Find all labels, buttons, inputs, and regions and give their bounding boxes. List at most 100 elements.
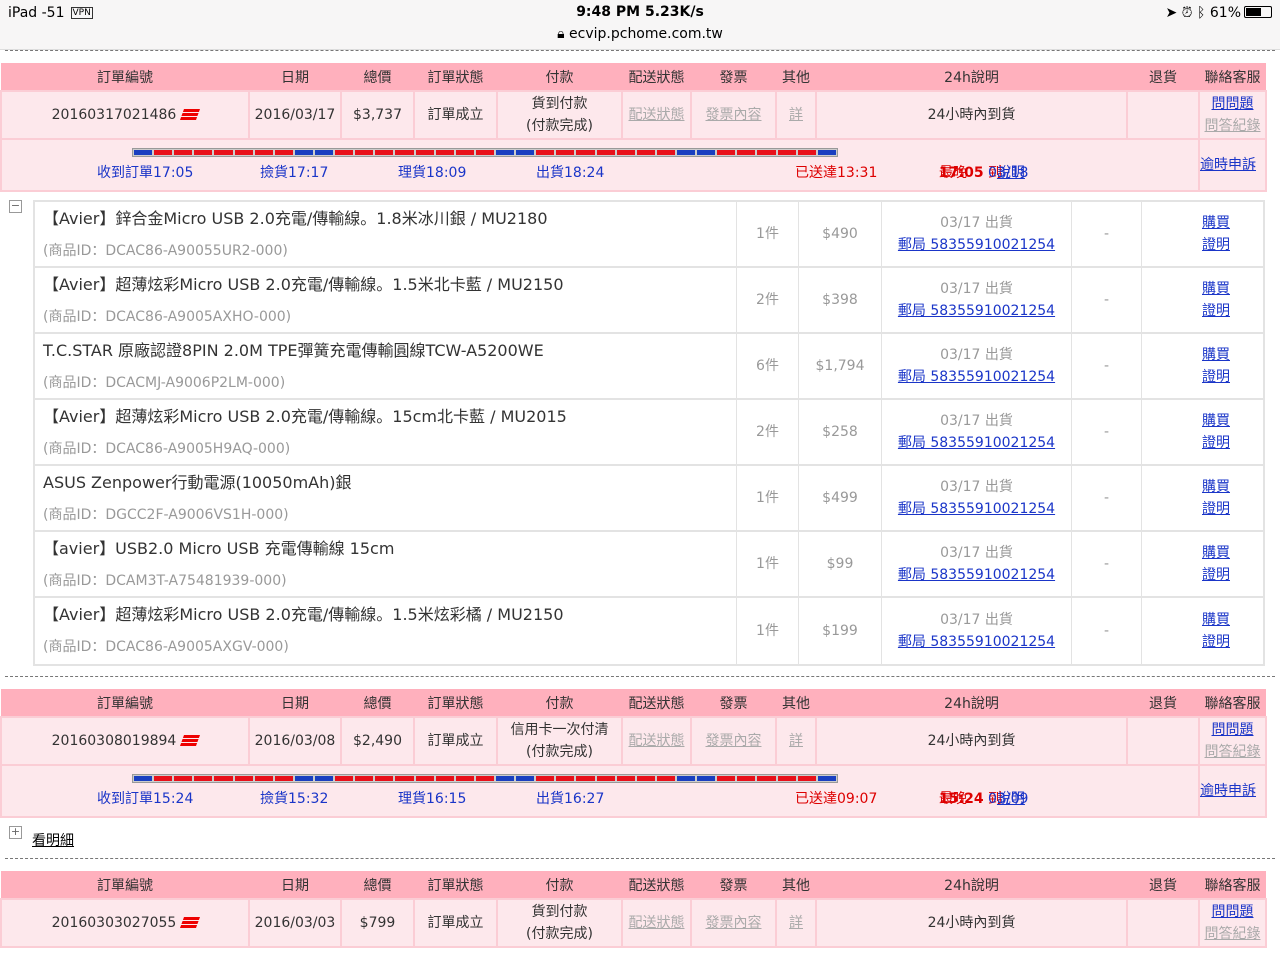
- item-price: $258: [799, 400, 882, 464]
- qa-log-link[interactable]: 問答紀錄: [1205, 744, 1261, 760]
- progress-segment: [616, 150, 635, 155]
- progress-segment: [395, 150, 414, 155]
- h24-note: 24小時內到貨: [815, 898, 1128, 948]
- step-received: 收到訂單17:05: [97, 165, 194, 181]
- proof-link[interactable]: 證明: [1202, 300, 1230, 322]
- progress-segment: [435, 776, 454, 781]
- ship-status-link[interactable]: 配送狀態: [629, 107, 685, 123]
- progress-segment: [415, 150, 434, 155]
- list-item: ASUS Zenpower行動電源(10050mAh)銀 (商品ID：DGCC2F…: [35, 466, 1263, 532]
- progress-segment: [355, 150, 374, 155]
- progress-segment: [556, 776, 575, 781]
- ask-question-link[interactable]: 問問題: [1212, 96, 1254, 112]
- tracking-link[interactable]: 郵局 58355910021254: [898, 234, 1055, 256]
- column-header: 日期: [249, 63, 341, 91]
- progress-row: 收到訂單17:05 撿貨17:17 理貨18:09 出貨18:24 已送達13:…: [0, 138, 1267, 192]
- battery-percent: 61%: [1209, 5, 1241, 21]
- collapse-toggle-icon[interactable]: −: [9, 200, 22, 213]
- progress-segment: [274, 776, 293, 781]
- ask-question-link[interactable]: 問問題: [1212, 722, 1254, 738]
- list-item: 【Avier】鋅合金Micro USB 2.0充電/傳輸線。1.8米冰川銀 / …: [35, 202, 1263, 268]
- buy-proof-link[interactable]: 購買: [1202, 476, 1230, 498]
- pchome-stripes-icon: [180, 109, 201, 120]
- progress-segment: [254, 150, 273, 155]
- divider: [5, 676, 1275, 677]
- proof-link[interactable]: 證明: [1202, 498, 1230, 520]
- ship-date: 03/17 出貨: [940, 612, 1013, 628]
- proof-link[interactable]: 證明: [1202, 234, 1230, 256]
- item-id: (商品ID：DCAC86-A9005AXHO-000): [43, 309, 292, 325]
- progress-segment: [656, 776, 675, 781]
- buy-proof-link[interactable]: 購買: [1202, 609, 1230, 631]
- buy-proof-link[interactable]: 購買: [1202, 542, 1230, 564]
- latest-label: 最晚: [939, 791, 967, 807]
- progress-segment: [455, 776, 474, 781]
- progress-segment: [636, 150, 655, 155]
- proof-link[interactable]: 證明: [1202, 564, 1230, 586]
- progress-segment: [495, 776, 515, 781]
- item-price: $398: [799, 268, 882, 332]
- tracking-link[interactable]: 郵局 58355910021254: [898, 631, 1055, 653]
- step-picked: 撿貨17:17: [260, 165, 329, 181]
- tracking-link[interactable]: 郵局 58355910021254: [898, 366, 1055, 388]
- progress-segment: [516, 150, 535, 155]
- column-header: 退貨: [1127, 871, 1199, 899]
- ask-question-link[interactable]: 問問題: [1212, 904, 1254, 920]
- buy-proof-link[interactable]: 購買: [1202, 410, 1230, 432]
- late-complaint-link[interactable]: 逾時申訴: [1200, 783, 1256, 799]
- progress-segment: [717, 776, 736, 781]
- return-status: -: [1072, 202, 1142, 266]
- progress-segment: [154, 776, 173, 781]
- progress-segment: [697, 150, 716, 155]
- tracking-link[interactable]: 郵局 58355910021254: [898, 300, 1055, 322]
- other-detail-link[interactable]: 詳: [789, 915, 803, 931]
- late-complaint-link[interactable]: 逾時申訴: [1200, 157, 1256, 173]
- progress-row: 收到訂單15:24 撿貨15:32 理貨16:15 出貨16:27 已送達09:…: [0, 764, 1267, 818]
- proof-link[interactable]: 證明: [1202, 631, 1230, 653]
- proof-link[interactable]: 證明: [1202, 432, 1230, 454]
- progress-segment: [737, 150, 756, 155]
- other-detail-link[interactable]: 詳: [789, 733, 803, 749]
- order-status: 訂單成立: [413, 90, 498, 140]
- progress-segment: [797, 150, 816, 155]
- item-id: (商品ID：DCAC86-A90055UR2-000): [43, 243, 288, 259]
- clock: 9:48 PM 5.23K/s: [576, 4, 704, 20]
- column-header: 總價: [341, 871, 414, 899]
- tracking-link[interactable]: 郵局 58355910021254: [898, 498, 1055, 520]
- pchome-stripes-icon: [180, 735, 201, 746]
- latest-date: 03/09: [988, 791, 1029, 807]
- bluetooth-icon: ᛒ: [1197, 5, 1206, 21]
- order-id: 20160308019894: [51, 733, 177, 749]
- payment-status: (付款完成): [526, 118, 593, 134]
- buy-proof-link[interactable]: 購買: [1202, 344, 1230, 366]
- item-qty: 1件: [737, 202, 799, 266]
- order: 訂單編號 日期 總價 訂單狀態 付款 配送狀態 發票 其他 24h說明 退貨 聯絡客服 201603…: [0, 871, 1280, 948]
- progress-segment: [697, 776, 716, 781]
- url-bar[interactable]: 🔒︎ ecvip.pchome.com.tw: [0, 26, 1280, 42]
- ship-status-link[interactable]: 配送狀態: [629, 733, 685, 749]
- tracking-link[interactable]: 郵局 58355910021254: [898, 432, 1055, 454]
- order-header-row: 訂單編號 日期 總價 訂單狀態 付款 配送狀態 發票 其他 24h說明 退貨 聯絡客服: [1, 871, 1266, 899]
- progress-segment: [777, 150, 796, 155]
- payment-method: 信用卡一次付清: [510, 722, 609, 738]
- ship-status-link[interactable]: 配送狀態: [629, 915, 685, 931]
- progress-segment: [717, 150, 736, 155]
- proof-link[interactable]: 證明: [1202, 366, 1230, 388]
- tracking-link[interactable]: 郵局 58355910021254: [898, 564, 1055, 586]
- buy-proof-link[interactable]: 購買: [1202, 212, 1230, 234]
- qa-log-link[interactable]: 問答紀錄: [1205, 926, 1261, 942]
- expand-toggle-icon[interactable]: +: [9, 826, 22, 839]
- invoice-link[interactable]: 發票內容: [706, 107, 762, 123]
- ship-date: 03/17 出貨: [940, 347, 1013, 363]
- other-detail-link[interactable]: 詳: [789, 107, 803, 123]
- progress-segment: [676, 150, 696, 155]
- view-details-link[interactable]: 看明細: [32, 830, 74, 850]
- ios-status-bar: iPad -51 VPN 9:48 PM 5.23K/s 🔒︎ ecvip.pch…: [0, 0, 1280, 50]
- item-id: (商品ID：DCAC86-A9005H9AQ-000): [43, 441, 291, 457]
- invoice-link[interactable]: 發票內容: [706, 915, 762, 931]
- invoice-link[interactable]: 發票內容: [706, 733, 762, 749]
- column-header: 發票: [691, 63, 776, 91]
- buy-proof-link[interactable]: 購買: [1202, 278, 1230, 300]
- progress-segment: [415, 776, 434, 781]
- qa-log-link[interactable]: 問答紀錄: [1205, 118, 1261, 134]
